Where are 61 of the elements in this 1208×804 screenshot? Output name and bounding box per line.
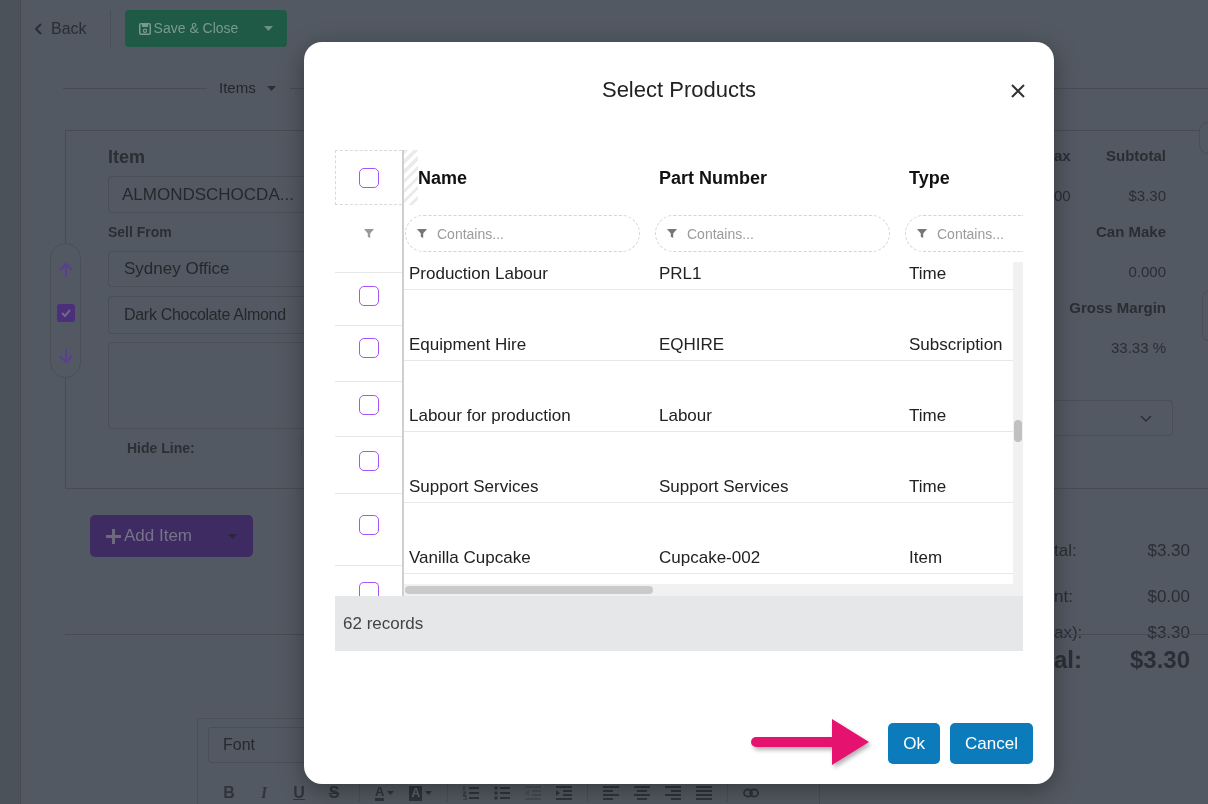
filter-icon <box>363 229 374 238</box>
table-cell: Time <box>909 477 947 496</box>
column-header[interactable]: Name <box>418 166 468 189</box>
table-cell: PRL1 <box>659 264 702 283</box>
bullet-list-icon[interactable] <box>494 786 511 800</box>
filter-field[interactable]: Contains... <box>655 215 890 252</box>
align-left-icon[interactable] <box>603 786 620 800</box>
table-cell: Support Services <box>659 477 789 496</box>
table-cell: Time <box>909 264 947 283</box>
table-cell: Production Labour <box>409 264 548 283</box>
arrow-down-icon[interactable] <box>57 348 74 364</box>
row-checkbox[interactable] <box>358 395 379 415</box>
select-all-checkbox[interactable] <box>359 167 379 188</box>
close-icon[interactable] <box>1011 84 1025 98</box>
scrollbar-thumb[interactable] <box>1014 420 1022 442</box>
column-header[interactable]: Type <box>909 166 950 189</box>
align-center-icon[interactable] <box>634 786 651 800</box>
filter-field[interactable]: Contains... <box>905 215 1023 252</box>
records-count: 62 records <box>343 612 424 635</box>
table-cell: Time <box>909 406 947 425</box>
save-icon <box>138 22 151 35</box>
row-checkbox[interactable] <box>358 286 379 306</box>
filter-field[interactable]: Contains... <box>405 215 640 252</box>
arrow-up-icon[interactable] <box>57 262 74 278</box>
row-checkbox[interactable] <box>358 338 379 358</box>
row-checkbox[interactable] <box>358 515 379 535</box>
link-icon[interactable] <box>743 786 760 800</box>
cancel-button[interactable]: Cancel <box>950 723 1033 764</box>
row-checkbox[interactable] <box>358 451 379 471</box>
table-cell: Item <box>909 548 943 567</box>
line-checkbox[interactable] <box>56 304 75 322</box>
chevron-left-icon <box>35 22 42 35</box>
column-header[interactable]: Part Number <box>659 166 768 189</box>
numbered-list-icon[interactable] <box>463 786 480 800</box>
filter-icon <box>667 229 677 238</box>
table-cell: Vanilla Cupcake <box>409 548 531 567</box>
save-close-button[interactable]: Save & Close <box>124 10 287 47</box>
row-checkbox[interactable] <box>358 582 379 596</box>
caret-down-icon <box>266 85 276 91</box>
scrollbar-thumb[interactable] <box>405 586 653 594</box>
align-right-icon[interactable] <box>665 786 682 800</box>
add-item-button[interactable]: Add Item <box>90 515 253 557</box>
filter-icon <box>417 229 427 238</box>
table-cell: Equipment Hire <box>409 335 527 354</box>
plus-icon <box>106 528 121 544</box>
table-cell: Support Services <box>409 477 539 496</box>
caret-down-icon <box>263 26 273 31</box>
table-cell: Labour for production <box>409 406 571 425</box>
table-cell: EQHIRE <box>659 335 725 354</box>
chevron-down-icon <box>1140 414 1152 422</box>
dialog-title: Select Products <box>601 76 757 104</box>
ok-button[interactable]: Ok <box>888 723 941 764</box>
table-cell: Cupcake-002 <box>659 548 761 567</box>
table-cell: Subscription <box>909 335 1003 354</box>
table-cell: Labour <box>659 406 712 425</box>
arrow-icon <box>750 718 870 766</box>
filter-icon <box>917 229 927 238</box>
hatched-strip <box>404 150 418 205</box>
indent-icon[interactable] <box>556 786 573 800</box>
caret-down-icon <box>228 533 237 539</box>
justify-icon[interactable] <box>696 786 713 800</box>
